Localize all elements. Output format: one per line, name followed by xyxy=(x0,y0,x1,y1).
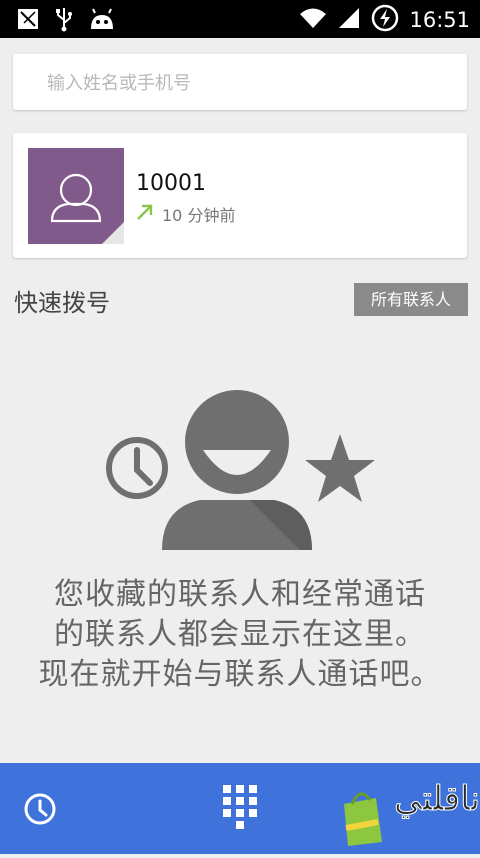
all-contacts-button[interactable]: 所有联系人 xyxy=(354,283,468,316)
avatar[interactable] xyxy=(28,148,124,244)
empty-state-line: 您收藏的联系人和经常通话 xyxy=(54,577,426,612)
recent-call-meta: 10 分钟前 xyxy=(136,202,235,226)
svg-text:ناقلتي: ناقلتي xyxy=(394,779,478,819)
search-box[interactable] xyxy=(13,54,467,112)
recent-call-number: 10001 xyxy=(136,171,206,196)
clock-icon xyxy=(106,437,168,499)
person-icon xyxy=(162,390,312,550)
recent-calls-tab[interactable] xyxy=(14,783,68,837)
signal-icon xyxy=(337,6,361,34)
speed-dial-title: 快速拨号 xyxy=(14,289,110,317)
empty-state-line: 现在就开始与联系人通话吧。 xyxy=(38,657,442,692)
wifi-icon xyxy=(299,6,327,34)
dialpad-tab[interactable] xyxy=(213,777,267,837)
avatar-corner-fold xyxy=(102,222,124,244)
status-bar: 16:51 xyxy=(0,0,480,38)
dialpad-icon xyxy=(223,785,257,829)
empty-state-illustration xyxy=(100,390,380,555)
recent-calls-icon xyxy=(24,793,56,825)
battery-charging-icon xyxy=(371,4,399,36)
status-clock: 16:51 xyxy=(409,8,470,32)
android-debug-icon xyxy=(88,7,116,35)
recent-call-card[interactable]: 10001 10 分钟前 xyxy=(13,133,467,258)
empty-state-message: 您收藏的联系人和经常通话 的联系人都会显示在这里。 现在就开始与联系人通话吧。 xyxy=(0,575,480,695)
outgoing-call-arrow-icon xyxy=(136,203,154,225)
no-sim-icon xyxy=(16,7,40,35)
empty-state-line: 的联系人都会显示在这里。 xyxy=(54,617,426,652)
star-icon xyxy=(305,434,375,502)
usb-icon xyxy=(54,6,74,36)
watermark-logo: ناقلتي xyxy=(332,746,480,854)
recent-call-time: 10 分钟前 xyxy=(162,206,236,225)
search-input[interactable] xyxy=(45,54,449,112)
